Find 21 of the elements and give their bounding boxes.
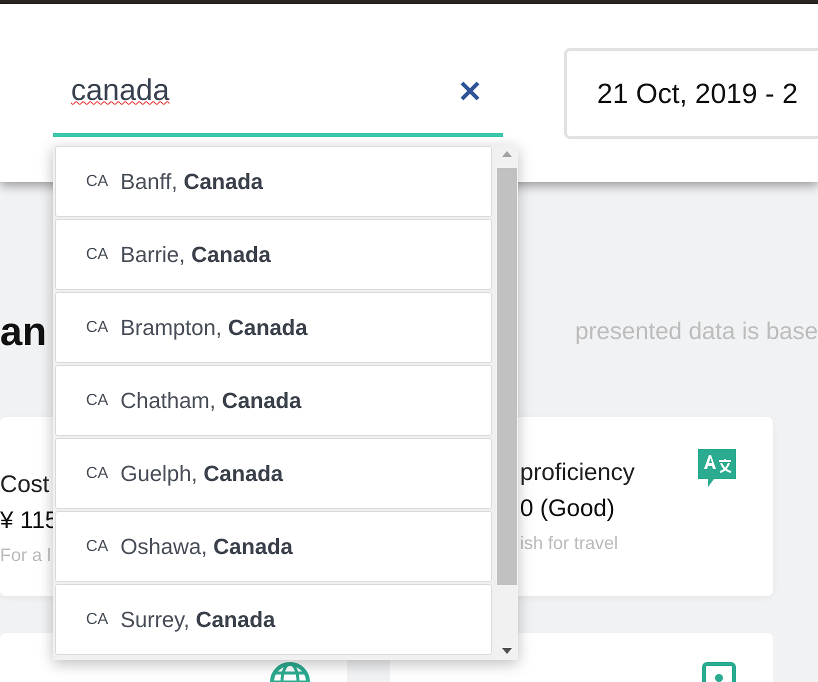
close-icon[interactable]: [459, 80, 481, 102]
card-label: Cost: [0, 471, 50, 499]
card-note: For a l: [0, 545, 52, 566]
suggestion-item[interactable]: CA Guelph, Canada: [55, 438, 492, 509]
page-heading: an: [0, 310, 47, 354]
scroll-up-icon[interactable]: [502, 151, 512, 157]
scroll-down-icon[interactable]: [502, 648, 512, 654]
scrollbar[interactable]: [496, 145, 518, 660]
date-range-field[interactable]: 21 Oct, 2019 - 2: [564, 48, 818, 139]
suggestion-item[interactable]: CA Surrey, Canada: [55, 584, 492, 655]
translate-icon: [696, 447, 738, 489]
card-note: ish for travel: [520, 533, 620, 554]
suggestion-item[interactable]: CA Banff, Canada: [55, 146, 492, 217]
card-value: 0 (Good): [520, 495, 616, 523]
suggestion-item[interactable]: CA Chatham, Canada: [55, 365, 492, 436]
suggestion-item[interactable]: CA Brampton, Canada: [55, 292, 492, 363]
scrollbar-thumb[interactable]: [497, 168, 517, 585]
suggestion-item[interactable]: CA Oshawa, Canada: [55, 511, 492, 582]
suggestion-item[interactable]: CA Barrie, Canada: [55, 219, 492, 290]
search-field[interactable]: canada: [53, 72, 459, 108]
card-label: proficiency: [520, 459, 635, 487]
